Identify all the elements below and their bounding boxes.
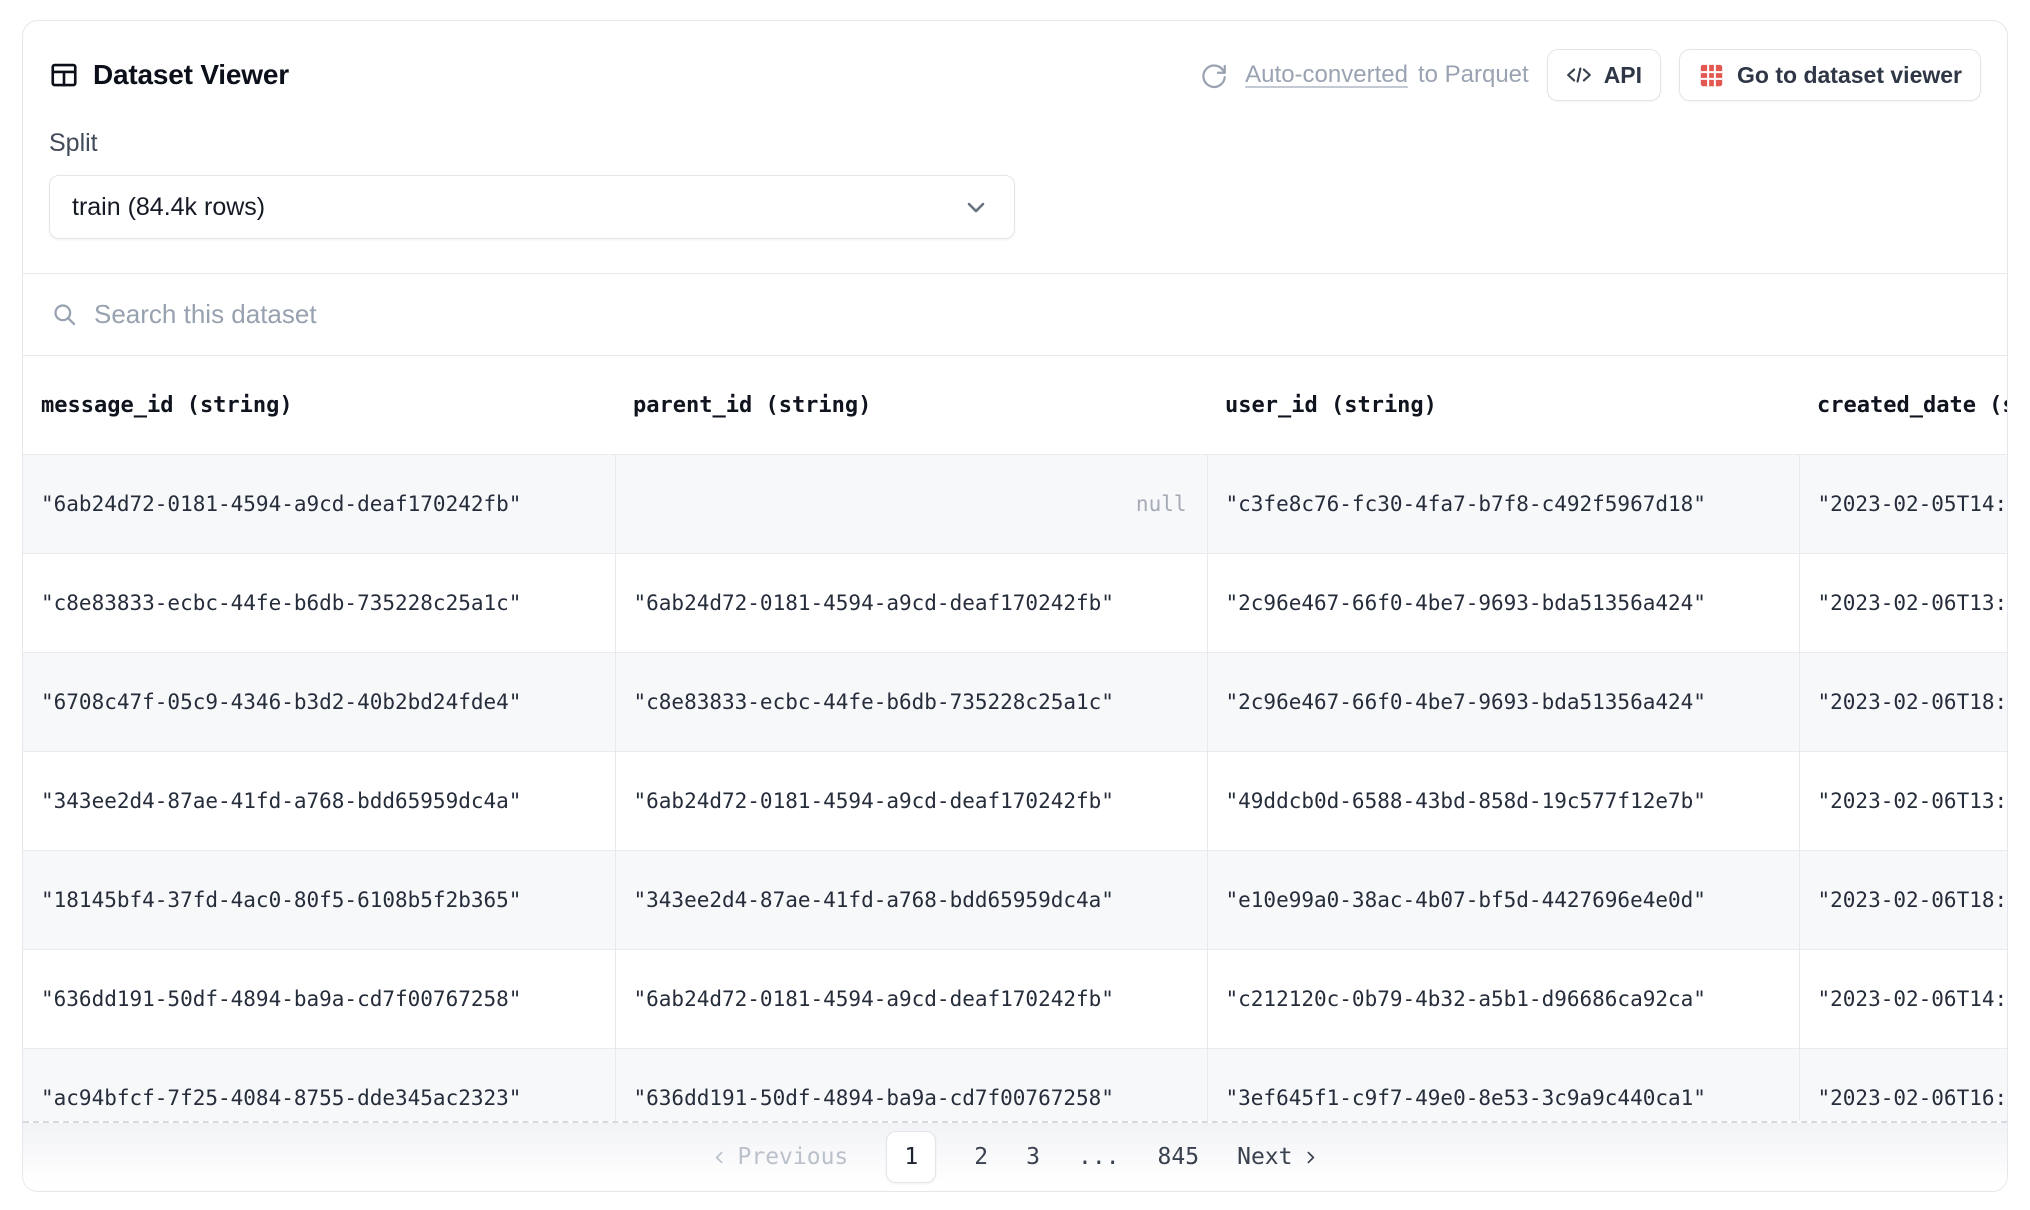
table-cell: "2023-02-06T18:4	[1799, 652, 2007, 751]
search-icon	[51, 301, 78, 328]
table-cell: "343ee2d4-87ae-41fd-a768-bdd65959dc4a"	[615, 850, 1207, 949]
api-button-label: API	[1604, 62, 1642, 89]
table-row: "18145bf4-37fd-4ac0-80f5-6108b5f2b365" "…	[23, 850, 2007, 949]
data-table: message_id (string) parent_id (string) u…	[23, 356, 2007, 1121]
table-cell: "c8e83833-ecbc-44fe-b6db-735228c25a1c"	[615, 652, 1207, 751]
code-icon	[1566, 62, 1592, 88]
column-header-message-id[interactable]: message_id (string)	[23, 356, 615, 454]
table-cell: "c212120c-0b79-4b32-a5b1-d96686ca92ca"	[1207, 949, 1799, 1048]
table-cell: "343ee2d4-87ae-41fd-a768-bdd65959dc4a"	[23, 751, 615, 850]
page-button-845[interactable]: 845	[1158, 1144, 1200, 1170]
table-cell: "2c96e467-66f0-4be7-9693-bda51356a424"	[1207, 553, 1799, 652]
card-header: Dataset Viewer Auto-converted to Parquet	[23, 21, 2007, 239]
pagination-bar: Previous 1 2 3 ... 845 Next	[23, 1121, 2007, 1191]
next-page-button[interactable]: Next	[1237, 1144, 1319, 1170]
page-button-2[interactable]: 2	[974, 1144, 988, 1170]
table-cell: "6ab24d72-0181-4594-a9cd-deaf170242fb"	[615, 553, 1207, 652]
previous-page-button[interactable]: Previous	[711, 1144, 849, 1170]
table-cell: "636dd191-50df-4894-ba9a-cd7f00767258"	[23, 949, 615, 1048]
table-cell: "c8e83833-ecbc-44fe-b6db-735228c25a1c"	[23, 553, 615, 652]
go-to-dataset-viewer-button[interactable]: Go to dataset viewer	[1679, 49, 1981, 101]
pagination-ellipsis: ...	[1078, 1144, 1120, 1170]
viewer-button-label: Go to dataset viewer	[1737, 62, 1962, 89]
page-button-1[interactable]: 1	[886, 1131, 936, 1183]
dataset-viewer-card: Dataset Viewer Auto-converted to Parquet	[22, 20, 2008, 1192]
chevron-left-icon	[711, 1149, 728, 1166]
search-bar	[23, 273, 2007, 356]
data-table-viewport: message_id (string) parent_id (string) u…	[23, 356, 2007, 1121]
table-row: "6708c47f-05c9-4346-b3d2-40b2bd24fde4" "…	[23, 652, 2007, 751]
table-cell: "ac94bfcf-7f25-4084-8755-dde345ac2323"	[23, 1048, 615, 1121]
split-select-value: train (84.4k rows)	[72, 193, 265, 222]
search-input[interactable]	[94, 299, 1979, 330]
table-cell: null	[615, 454, 1207, 553]
table-cell: "636dd191-50df-4894-ba9a-cd7f00767258"	[615, 1048, 1207, 1121]
api-button[interactable]: API	[1547, 49, 1661, 101]
table-row: "ac94bfcf-7f25-4084-8755-dde345ac2323" "…	[23, 1048, 2007, 1121]
chevron-right-icon	[1302, 1149, 1319, 1166]
table-cell: "2023-02-06T13:3	[1799, 751, 2007, 850]
table-row: "636dd191-50df-4894-ba9a-cd7f00767258" "…	[23, 949, 2007, 1048]
table-cell: "2023-02-05T14:2	[1799, 454, 2007, 553]
table-cell: "e10e99a0-38ac-4b07-bf5d-4427696e4e0d"	[1207, 850, 1799, 949]
table-cell: "3ef645f1-c9f7-49e0-8e53-3c9a9c440ca1"	[1207, 1048, 1799, 1121]
page-title: Dataset Viewer	[93, 59, 289, 91]
table-cell: "6708c47f-05c9-4346-b3d2-40b2bd24fde4"	[23, 652, 615, 751]
table-cell: "2023-02-06T16:4	[1799, 1048, 2007, 1121]
table-cell: "2023-02-06T14:2	[1799, 949, 2007, 1048]
table-cell: "2c96e467-66f0-4be7-9693-bda51356a424"	[1207, 652, 1799, 751]
page-button-3[interactable]: 3	[1026, 1144, 1040, 1170]
split-select[interactable]: train (84.4k rows)	[49, 175, 1015, 239]
auto-converted-note: Auto-converted to Parquet	[1245, 61, 1529, 89]
refresh-icon	[1200, 62, 1227, 89]
column-header-parent-id[interactable]: parent_id (string)	[615, 356, 1207, 454]
table-cell: "18145bf4-37fd-4ac0-80f5-6108b5f2b365"	[23, 850, 615, 949]
grid-icon	[1698, 62, 1725, 89]
table-cell: "c3fe8c76-fc30-4fa7-b7f8-c492f5967d18"	[1207, 454, 1799, 553]
table-row: "6ab24d72-0181-4594-a9cd-deaf170242fb" n…	[23, 454, 2007, 553]
table-header-row: message_id (string) parent_id (string) u…	[23, 356, 2007, 454]
split-label: Split	[49, 129, 1981, 161]
column-header-created-date[interactable]: created_date (string)	[1799, 356, 2007, 454]
table-cell: "2023-02-06T18:5	[1799, 850, 2007, 949]
table-cell: "6ab24d72-0181-4594-a9cd-deaf170242fb"	[23, 454, 615, 553]
table-cell: "49ddcb0d-6588-43bd-858d-19c577f12e7b"	[1207, 751, 1799, 850]
column-header-user-id[interactable]: user_id (string)	[1207, 356, 1799, 454]
table-cell: "6ab24d72-0181-4594-a9cd-deaf170242fb"	[615, 949, 1207, 1048]
auto-converted-link[interactable]: Auto-converted	[1245, 61, 1408, 89]
table-row: "343ee2d4-87ae-41fd-a768-bdd65959dc4a" "…	[23, 751, 2007, 850]
table-cell: "6ab24d72-0181-4594-a9cd-deaf170242fb"	[615, 751, 1207, 850]
table-cell: "2023-02-06T13:5	[1799, 553, 2007, 652]
table-icon	[49, 60, 79, 90]
table-row: "c8e83833-ecbc-44fe-b6db-735228c25a1c" "…	[23, 553, 2007, 652]
chevron-down-icon	[962, 193, 990, 221]
